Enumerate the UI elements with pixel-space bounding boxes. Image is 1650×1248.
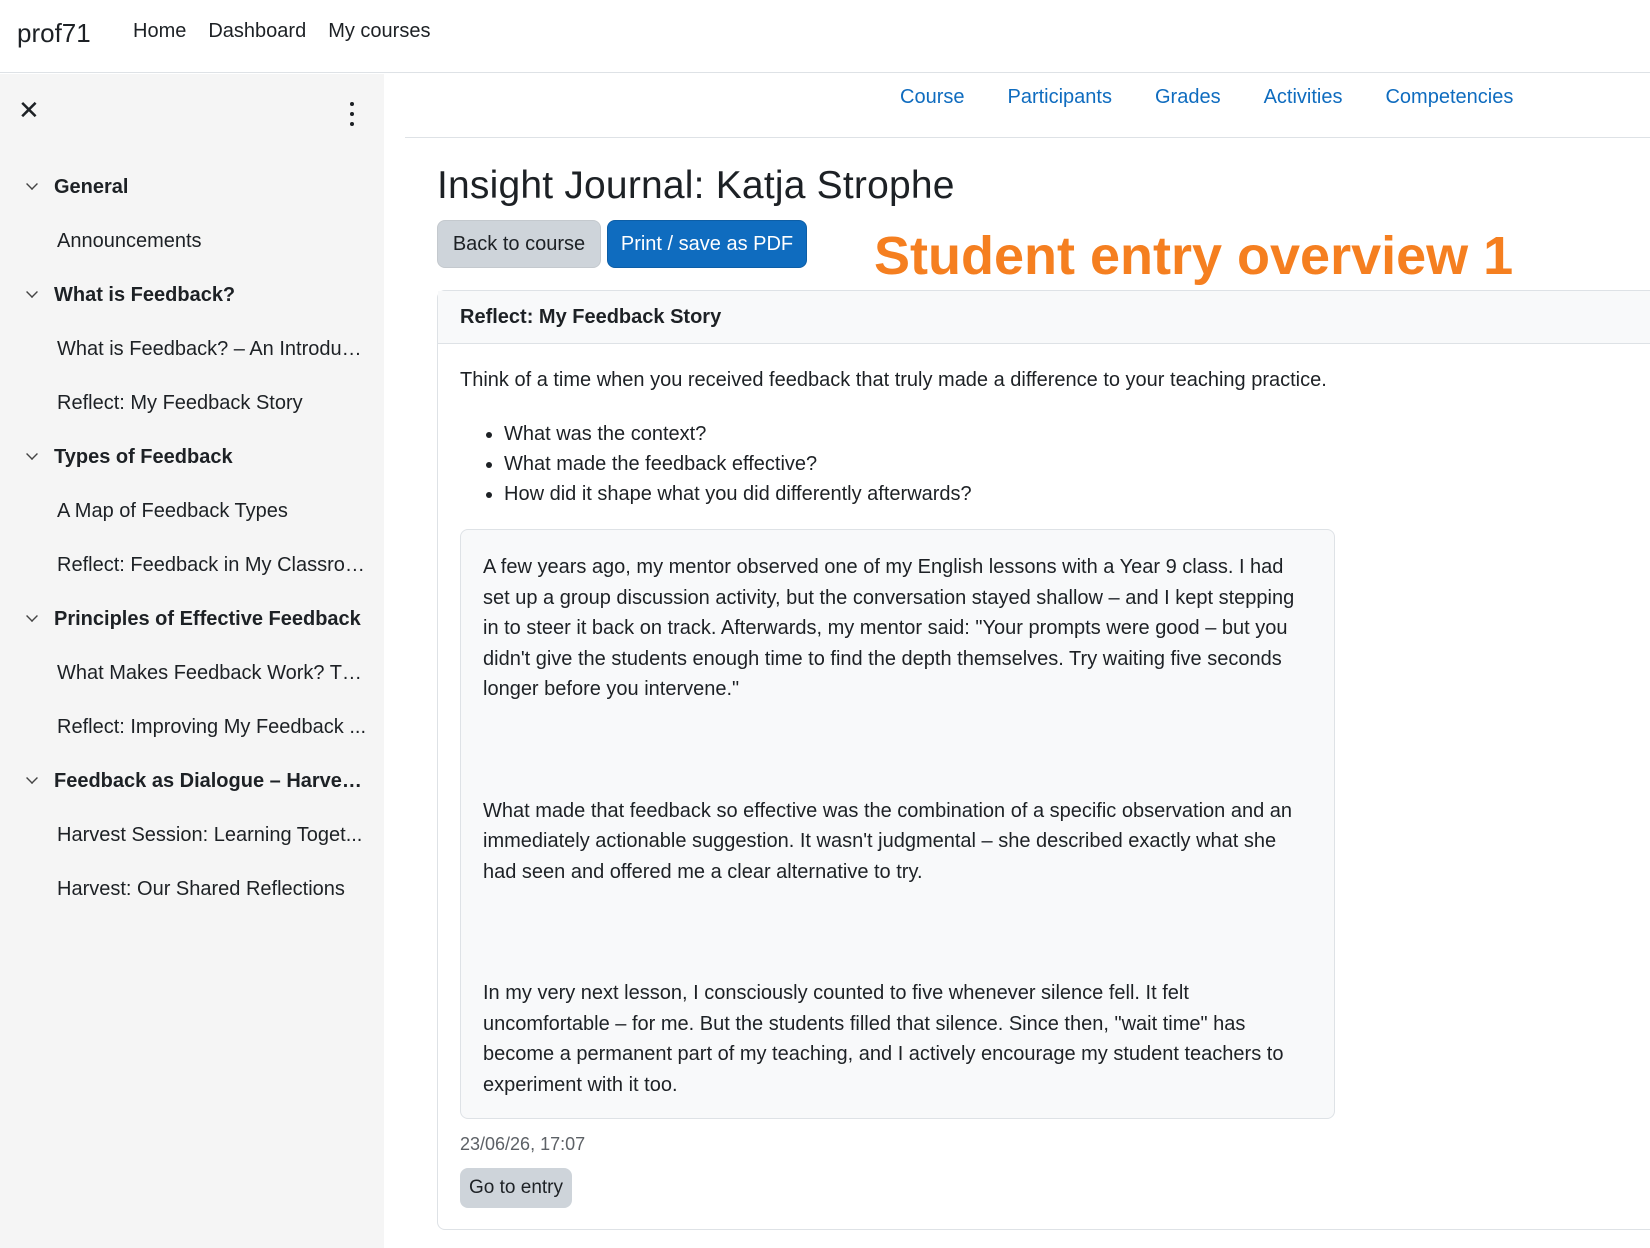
sidebar-activity[interactable]: Reflect: Feedback in My Classroo... — [0, 538, 384, 592]
back-to-course-button[interactable]: Back to course — [437, 220, 601, 268]
sidebar-activity[interactable]: What is Feedback? – An Introduc... — [0, 322, 384, 376]
chevron-down-icon[interactable] — [26, 178, 38, 190]
sidebar-section[interactable]: General — [0, 160, 384, 214]
sidebar-item-label: What is Feedback? — [54, 283, 236, 306]
sidebar-section[interactable]: What is Feedback? — [0, 268, 384, 322]
list-item: What was the context? — [504, 419, 972, 449]
tab-participants[interactable]: Participants — [1007, 86, 1112, 109]
tab-course[interactable]: Course — [900, 86, 964, 109]
sidebar-item-label: Reflect: Improving My Feedback ... — [57, 715, 367, 738]
sidebar-activity[interactable]: Harvest Session: Learning Toget... — [0, 808, 384, 862]
chevron-down-icon[interactable] — [26, 448, 38, 460]
entry-paragraph: A few years ago, my mentor observed one … — [483, 556, 1295, 700]
sidebar-item-label: Types of Feedback — [54, 445, 233, 468]
list-item: What made the feedback effective? — [504, 449, 972, 479]
entry-card: Reflect: My Feedback Story Think of a ti… — [437, 290, 1650, 1230]
list-item: How did it shape what you did differentl… — [504, 479, 972, 509]
kebab-menu-icon[interactable] — [344, 102, 360, 126]
course-index-drawer: ✕ General Announcements What is Feedback? W… — [0, 74, 384, 1248]
sidebar-section[interactable]: Types of Feedback — [0, 430, 384, 484]
sidebar-item-label: Reflect: My Feedback Story — [57, 391, 303, 414]
sidebar-activity[interactable]: Harvest: Our Shared Reflections — [0, 862, 384, 916]
sidebar-item-label: Harvest: Our Shared Reflections — [57, 877, 345, 900]
page-title: Insight Journal: Katja Strophe — [437, 164, 955, 207]
sidebar-item-label: Harvest Session: Learning Toget... — [57, 823, 363, 846]
entry-paragraph: In my very next lesson, I consciously co… — [483, 982, 1284, 1096]
tab-competencies[interactable]: Competencies — [1385, 86, 1513, 109]
sidebar-item-label: General — [54, 175, 129, 198]
sidebar-section[interactable]: Feedback as Dialogue – Harves... — [0, 754, 384, 808]
sidebar-activity[interactable]: Announcements — [0, 214, 384, 268]
sidebar-item-label: Reflect: Feedback in My Classroo... — [57, 553, 367, 576]
tab-grades[interactable]: Grades — [1155, 86, 1221, 109]
chevron-down-icon[interactable] — [26, 286, 38, 298]
nav-dashboard[interactable]: Dashboard — [208, 20, 306, 43]
print-pdf-button[interactable]: Print / save as PDF — [607, 220, 807, 268]
course-index: General Announcements What is Feedback? Wha… — [0, 160, 384, 916]
primary-nav: Home Dashboard My courses — [133, 20, 430, 43]
entry-paragraph: What made that feedback so effective was… — [483, 799, 1292, 883]
entry-timestamp: 23/06/26, 17:07 — [460, 1134, 586, 1154]
sidebar-activity[interactable]: Reflect: My Feedback Story — [0, 376, 384, 430]
sidebar-item-label: A Map of Feedback Types — [57, 499, 288, 522]
sidebar-item-label: Announcements — [57, 229, 202, 252]
close-icon[interactable]: ✕ — [18, 97, 40, 123]
sidebar-activity[interactable]: What Makes Feedback Work? Th... — [0, 646, 384, 700]
prompt-questions: What was the context? What made the feed… — [504, 419, 972, 509]
site-brand[interactable]: prof71 — [17, 18, 91, 49]
prompt-text: Think of a time when you received feedba… — [460, 369, 1327, 391]
top-navbar: prof71 Home Dashboard My courses — [0, 0, 1650, 73]
tab-activities[interactable]: Activities — [1264, 86, 1343, 109]
entry-text-box: A few years ago, my mentor observed one … — [460, 529, 1335, 1119]
sidebar-activity[interactable]: Reflect: Improving My Feedback ... — [0, 700, 384, 754]
nav-home[interactable]: Home — [133, 20, 186, 43]
sidebar-section[interactable]: Principles of Effective Feedback — [0, 592, 384, 646]
sidebar-item-label: What is Feedback? – An Introduc... — [57, 337, 367, 360]
sidebar-item-label: What Makes Feedback Work? Th... — [57, 661, 367, 684]
sidebar-item-label: Principles of Effective Feedback — [54, 607, 361, 630]
sidebar-item-label: Feedback as Dialogue – Harves... — [54, 769, 364, 792]
chevron-down-icon[interactable] — [26, 610, 38, 622]
secondary-nav: Course Participants Grades Activities Co… — [405, 74, 1650, 138]
chevron-down-icon[interactable] — [26, 772, 38, 784]
sidebar-activity[interactable]: A Map of Feedback Types — [0, 484, 384, 538]
card-header: Reflect: My Feedback Story — [438, 291, 1650, 344]
annotation-label: Student entry overview 1 — [874, 226, 1514, 286]
nav-my-courses[interactable]: My courses — [328, 20, 430, 43]
go-to-entry-button[interactable]: Go to entry — [460, 1168, 572, 1208]
